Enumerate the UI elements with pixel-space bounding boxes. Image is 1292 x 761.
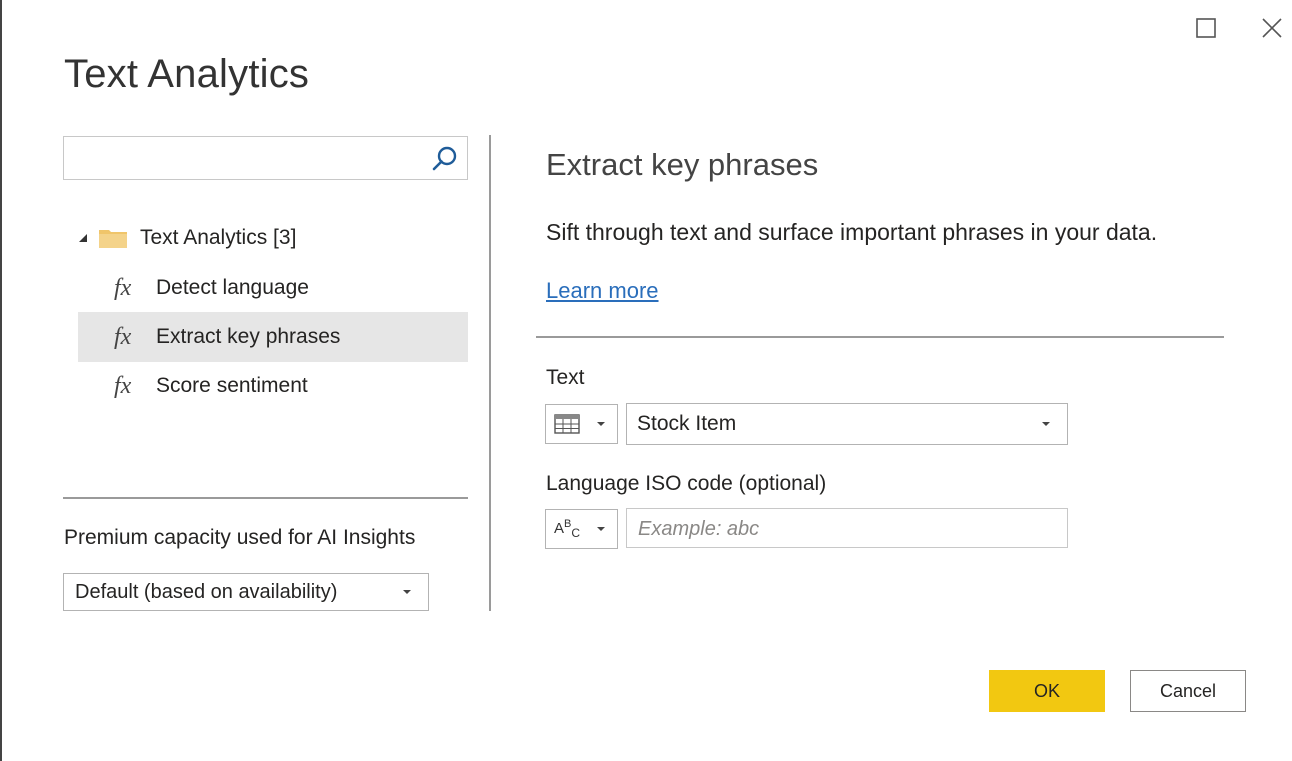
dialog-title: Text Analytics [64, 52, 310, 96]
text-type-picker[interactable] [545, 404, 618, 444]
tree-item-label: Extract key phrases [156, 325, 341, 348]
tree-root-label: Text Analytics [3] [140, 226, 297, 249]
tree-item-label: Score sentiment [156, 374, 308, 397]
collapse-triangle-icon[interactable] [74, 229, 92, 247]
premium-capacity-value: Default (based on availability) [75, 580, 338, 603]
left-divider [63, 497, 468, 499]
param-label-language: Language ISO code (optional) [546, 472, 827, 495]
fx-icon: fx [114, 274, 132, 301]
text-analytics-dialog: Text Analytics Text Analytics [3] fx Det… [0, 0, 1292, 761]
pane-divider [489, 135, 491, 611]
text-column-value: Stock Item [637, 412, 737, 435]
cancel-button[interactable]: Cancel [1130, 670, 1246, 712]
maximize-icon-glyph [1196, 18, 1216, 38]
tree-root-text-analytics[interactable]: Text Analytics [3] [64, 218, 468, 258]
tree-item-detect-language[interactable]: fx Detect language [78, 263, 468, 313]
chevron-down-icon [1042, 422, 1050, 426]
text-type-icon: ABC [554, 518, 581, 540]
function-description: Sift through text and surface important … [546, 219, 1158, 245]
ok-button[interactable]: OK [989, 670, 1105, 712]
close-icon-glyph [1262, 18, 1282, 38]
search-box[interactable] [63, 136, 468, 180]
close-icon[interactable] [1254, 10, 1290, 46]
premium-capacity-dropdown[interactable]: Default (based on availability) [63, 573, 429, 611]
folder-icon [99, 230, 127, 248]
search-icon[interactable] [429, 143, 461, 175]
language-code-input[interactable] [636, 515, 1060, 543]
tree-item-label: Detect language [156, 276, 309, 299]
chevron-down-icon [597, 527, 605, 531]
language-code-field[interactable] [626, 508, 1068, 548]
fx-icon: fx [114, 372, 132, 399]
tree-item-extract-key-phrases[interactable]: fx Extract key phrases [78, 312, 468, 362]
table-column-icon [554, 414, 588, 434]
premium-capacity-label: Premium capacity used for AI Insights [64, 526, 416, 549]
maximize-icon[interactable] [1188, 10, 1224, 46]
tree-item-score-sentiment[interactable]: fx Score sentiment [78, 361, 468, 411]
fx-icon: fx [114, 323, 132, 350]
language-type-picker[interactable]: ABC [545, 509, 618, 549]
chevron-down-icon [597, 422, 605, 426]
search-input[interactable] [72, 145, 426, 173]
function-title: Extract key phrases [546, 147, 819, 182]
learn-more-link[interactable]: Learn more [546, 278, 659, 304]
chevron-down-icon [403, 590, 411, 594]
param-label-text: Text [546, 366, 585, 389]
right-divider [536, 336, 1224, 338]
text-column-dropdown[interactable]: Stock Item [626, 403, 1068, 445]
